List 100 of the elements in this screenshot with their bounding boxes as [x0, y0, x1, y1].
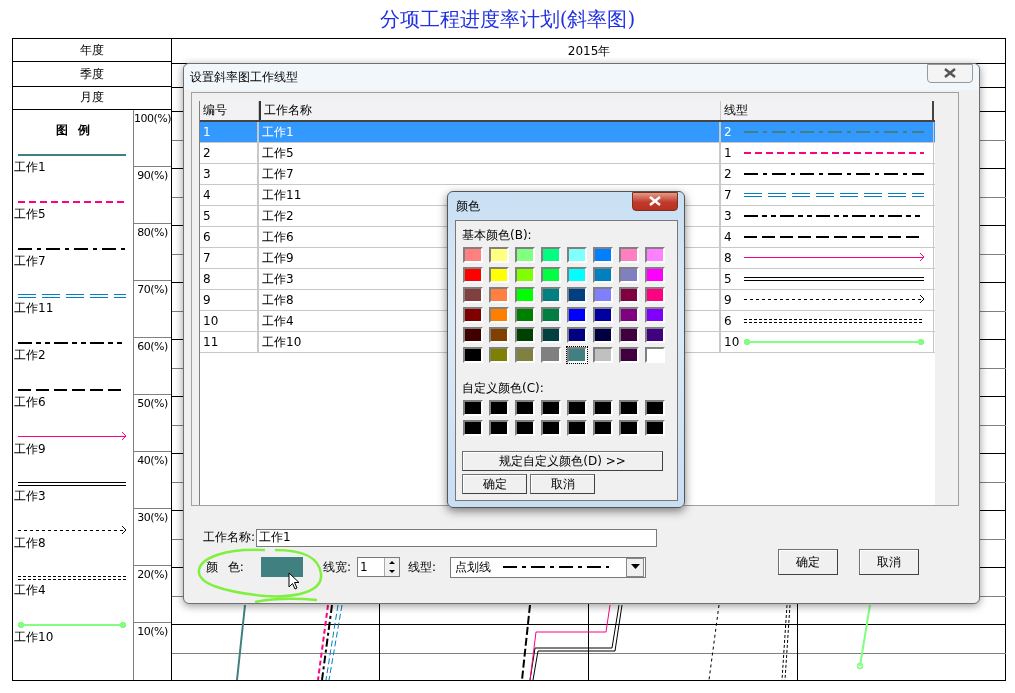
scale-label: 90(%) [137, 169, 168, 182]
close-button[interactable] [927, 63, 973, 83]
table-cell-text: 1 [724, 146, 733, 160]
color-swatch[interactable] [541, 327, 561, 343]
line-type-dropdown[interactable]: 点划线 [450, 556, 647, 578]
color-swatch[interactable] [567, 247, 587, 263]
color-swatch[interactable] [515, 307, 535, 323]
color-swatch[interactable] [593, 307, 613, 323]
color-swatch[interactable] [541, 400, 561, 416]
color-swatch[interactable] [489, 247, 509, 263]
color-swatch[interactable] [463, 347, 483, 363]
color-swatch[interactable] [593, 267, 613, 283]
color-swatch[interactable] [619, 400, 639, 416]
color-swatch[interactable] [463, 420, 483, 436]
color-swatch[interactable] [567, 307, 587, 323]
color-swatch[interactable] [515, 327, 535, 343]
color-swatch[interactable] [515, 400, 535, 416]
table-cell-text: 8 [724, 251, 733, 265]
color-swatch[interactable] [645, 307, 665, 323]
color-swatch[interactable] [489, 347, 509, 363]
color-swatch[interactable] [619, 267, 639, 283]
define-custom-colors-button[interactable]: 规定自定义颜色(D) >> [462, 451, 663, 471]
scale-label: 100(%) [134, 112, 172, 125]
mouse-cursor-icon [288, 572, 300, 590]
color-swatch[interactable] [593, 347, 613, 363]
color-swatch[interactable] [593, 400, 613, 416]
color-swatch[interactable] [463, 247, 483, 263]
color-swatch[interactable] [619, 327, 639, 343]
color-swatch[interactable] [515, 347, 535, 363]
column-header[interactable]: 编号 [200, 101, 259, 120]
color-swatch[interactable] [619, 420, 639, 436]
color-swatch[interactable] [645, 347, 665, 363]
color-swatch[interactable] [645, 327, 665, 343]
color-swatch[interactable] [463, 307, 483, 323]
legend-label: 工作5 [13, 207, 47, 221]
dialog-button[interactable]: 取消 [859, 549, 919, 575]
table-row[interactable]: 2 工作5 1 [200, 143, 935, 164]
dialog-button[interactable]: 确定 [462, 474, 527, 494]
color-swatch[interactable] [489, 400, 509, 416]
color-swatch[interactable] [645, 287, 665, 303]
color-swatch[interactable] [645, 247, 665, 263]
header-cell: 月度 [13, 86, 172, 110]
color-swatch[interactable] [619, 247, 639, 263]
color-swatch[interactable] [463, 400, 483, 416]
color-swatch[interactable] [593, 247, 613, 263]
column-header[interactable]: 线型 [721, 101, 934, 120]
color-swatch[interactable] [489, 307, 509, 323]
color-swatch[interactable] [541, 347, 561, 363]
color-swatch[interactable] [645, 400, 665, 416]
field-label: 线宽: [323, 558, 352, 576]
color-swatch[interactable] [619, 347, 639, 363]
dialog-button[interactable]: 取消 [530, 474, 595, 494]
color-swatch[interactable] [515, 420, 535, 436]
close-button[interactable] [632, 191, 678, 211]
color-swatch[interactable] [619, 307, 639, 323]
color-swatch[interactable] [489, 420, 509, 436]
color-swatch[interactable] [515, 287, 535, 303]
color-swatch[interactable] [593, 327, 613, 343]
color-swatch[interactable] [541, 247, 561, 263]
color-swatch[interactable] [515, 247, 535, 263]
color-swatch[interactable] [489, 267, 509, 283]
section-label: 基本颜色(B): [462, 227, 533, 243]
close-icon [648, 196, 662, 206]
color-swatch[interactable] [463, 327, 483, 343]
color-swatch[interactable] [567, 347, 587, 363]
color-swatch[interactable] [645, 267, 665, 283]
scale-label: 60(%) [137, 340, 168, 353]
color-swatch-button[interactable] [261, 557, 303, 577]
table-cell-text: 6 [724, 314, 733, 328]
color-swatch[interactable] [489, 327, 509, 343]
column-header[interactable]: 工作名称 [259, 101, 721, 120]
color-swatch[interactable] [593, 287, 613, 303]
table-cell: 6 [200, 227, 259, 247]
color-swatch[interactable] [645, 420, 665, 436]
color-swatch[interactable] [541, 267, 561, 283]
name-field[interactable]: 工作1 [256, 528, 658, 547]
scale-label: 70(%) [137, 283, 168, 296]
color-swatch[interactable] [541, 420, 561, 436]
color-swatch[interactable] [619, 287, 639, 303]
table-cell: 工作5 [259, 143, 721, 163]
scale-label: 40(%) [137, 454, 168, 467]
color-swatch[interactable] [541, 307, 561, 323]
color-swatch[interactable] [593, 420, 613, 436]
color-swatch[interactable] [567, 267, 587, 283]
section-label: 自定义颜色(C): [462, 380, 545, 396]
color-swatch[interactable] [567, 400, 587, 416]
color-swatch[interactable] [515, 267, 535, 283]
color-swatch[interactable] [567, 327, 587, 343]
color-swatch[interactable] [463, 267, 483, 283]
color-swatch[interactable] [541, 287, 561, 303]
dialog-button[interactable]: 确定 [778, 549, 838, 575]
color-swatch[interactable] [463, 287, 483, 303]
color-swatch[interactable] [489, 287, 509, 303]
field-label: 线型: [408, 558, 437, 576]
color-swatch[interactable] [567, 420, 587, 436]
legend-label: 工作2 [13, 348, 47, 362]
table-row[interactable]: 3 工作7 2 [200, 164, 935, 185]
dialog-title: 设置斜率图工作线型 [190, 68, 298, 86]
legend-label: 工作10 [13, 630, 55, 644]
color-swatch[interactable] [567, 287, 587, 303]
